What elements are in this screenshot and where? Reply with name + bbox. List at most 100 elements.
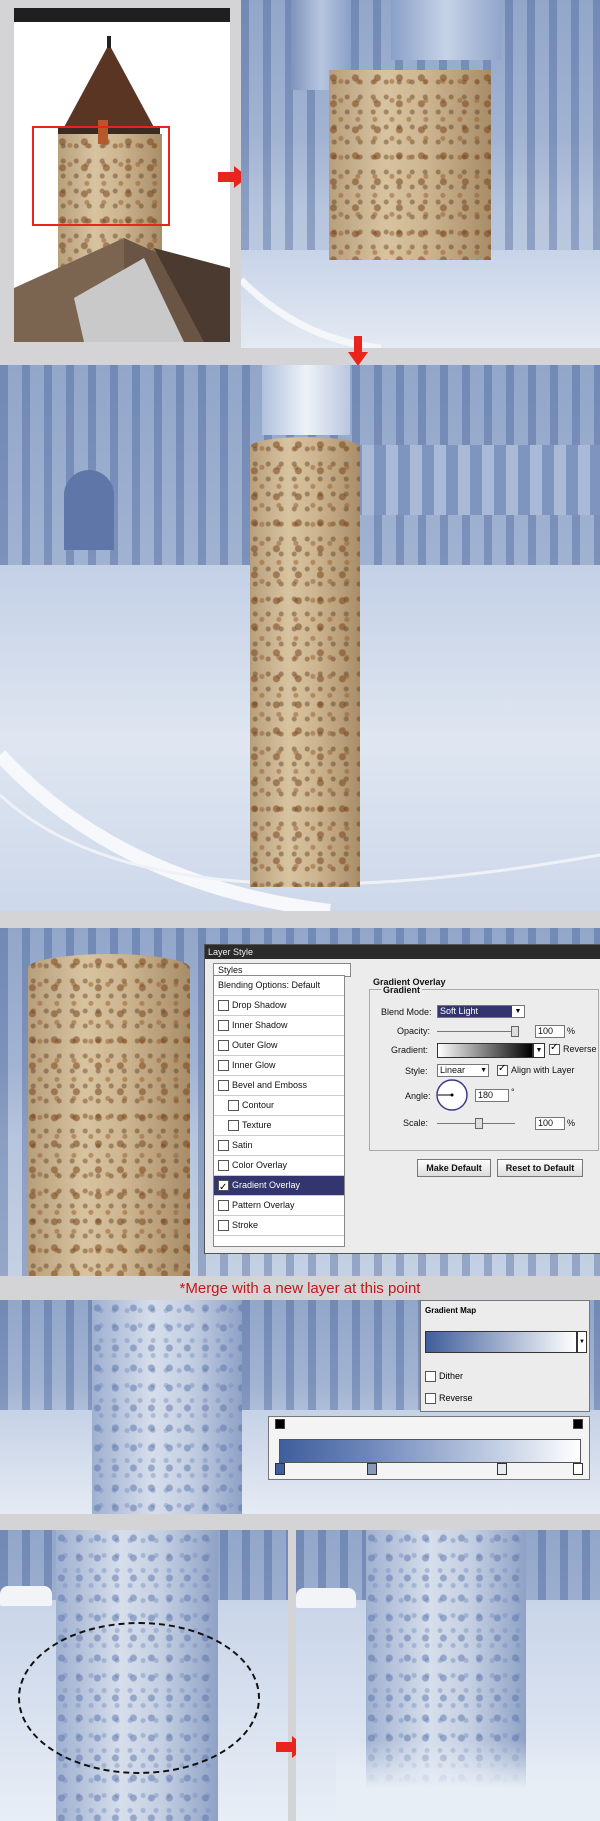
castle-texture-panel — [241, 0, 600, 348]
style-item[interactable]: Stroke — [214, 1216, 344, 1236]
style-item[interactable]: Inner Shadow — [214, 1016, 344, 1036]
style-item-checkbox[interactable] — [228, 1120, 239, 1132]
angle-value: 180 — [478, 1090, 494, 1100]
style-item[interactable]: Contour — [214, 1096, 344, 1116]
style-item-checkbox[interactable] — [218, 1160, 229, 1172]
reset-default-button[interactable]: Reset to Default — [497, 1159, 583, 1177]
layer-style-dialog: Layer Style Styles Blending Options: Def… — [204, 944, 600, 1254]
column-base-snow — [336, 1740, 600, 1821]
opacity-stop-left[interactable] — [275, 1419, 285, 1429]
snow-curve — [241, 277, 382, 348]
color-stop-2[interactable] — [367, 1463, 377, 1475]
tower-roof — [58, 36, 160, 136]
blend-mode-select[interactable]: Soft Light ▼ — [437, 1005, 525, 1018]
style-item-label: Gradient Overlay — [232, 1180, 301, 1190]
style-item[interactable]: Blending Options: Default — [214, 976, 344, 996]
color-stop-1[interactable] — [275, 1463, 285, 1475]
make-default-button[interactable]: Make Default — [417, 1159, 491, 1177]
scale-value: 100 — [538, 1118, 554, 1128]
style-item-checkbox[interactable] — [218, 1220, 229, 1232]
style-item-label: Pattern Overlay — [232, 1200, 295, 1210]
style-item-checkbox[interactable] — [218, 1140, 229, 1152]
opacity-slider[interactable] — [437, 1031, 515, 1032]
style-item[interactable]: Gradient Overlay — [214, 1176, 344, 1197]
style-item[interactable]: Bevel and Emboss — [214, 1076, 344, 1096]
gradient-dropdown-button[interactable]: ▼ — [533, 1043, 545, 1058]
color-stop-3[interactable] — [497, 1463, 507, 1475]
style-item-checkbox[interactable] — [218, 1000, 229, 1012]
castle-wall — [14, 238, 230, 342]
style-item[interactable]: Color Overlay — [214, 1156, 344, 1176]
style-item-checkbox[interactable] — [218, 1178, 229, 1197]
chevron-down-icon: ▼ — [579, 1339, 585, 1345]
gradient-label: Gradient: — [391, 1045, 429, 1055]
style-item[interactable]: Drop Shadow — [214, 996, 344, 1016]
opacity-percent: % — [567, 1026, 576, 1036]
style-item-label: Drop Shadow — [232, 1000, 287, 1010]
style-item[interactable]: Satin — [214, 1136, 344, 1156]
chevron-down-icon: ▼ — [512, 1006, 524, 1017]
style-item-checkbox[interactable] — [228, 1100, 239, 1112]
reverse-checkbox-gm[interactable]: Reverse — [425, 1393, 473, 1405]
reverse-checkbox[interactable]: Reverse — [549, 1042, 597, 1056]
style-item-label: Blending Options: Default — [218, 980, 321, 990]
blend-mode-label: Blend Mode: — [381, 1007, 432, 1017]
opacity-slider-handle[interactable] — [511, 1026, 519, 1037]
column-panel — [0, 365, 600, 911]
style-item-label: Texture — [242, 1120, 272, 1130]
scale-percent: % — [567, 1118, 576, 1128]
style-item-checkbox[interactable] — [218, 1040, 229, 1052]
align-checkbox[interactable]: Align with Layer — [497, 1063, 575, 1077]
style-item-checkbox[interactable] — [218, 1200, 229, 1212]
style-select[interactable]: Linear ▼ — [437, 1064, 489, 1077]
gradient-map-dropdown[interactable]: ▼ — [577, 1331, 587, 1353]
color-stop-4[interactable] — [573, 1463, 583, 1475]
scale-input[interactable]: 100 — [535, 1117, 565, 1130]
castle-tower-bg-2 — [391, 0, 501, 60]
dither-checkbox[interactable]: Dither — [425, 1371, 464, 1383]
gradient-editor-ramp[interactable] — [279, 1439, 581, 1463]
angle-input[interactable]: 180 — [475, 1089, 509, 1102]
scale-label: Scale: — [403, 1118, 429, 1128]
style-item[interactable]: Outer Glow — [214, 1036, 344, 1056]
style-item[interactable]: Texture — [214, 1116, 344, 1136]
dither-box — [425, 1371, 436, 1383]
column-texture-2 — [28, 954, 190, 1276]
gradient-swatch[interactable] — [437, 1043, 533, 1058]
opacity-input[interactable]: 100 — [535, 1025, 565, 1038]
column-texture — [250, 437, 360, 887]
group-title: Gradient — [381, 985, 423, 995]
style-item-checkbox[interactable] — [218, 1020, 229, 1032]
angle-degree: ° — [511, 1087, 515, 1097]
dither-label: Dither — [439, 1371, 464, 1381]
angle-label: Angle: — [405, 1091, 431, 1101]
gradient-map-dialog: Gradient Map ▼ Dither Reverse — [420, 1300, 590, 1412]
style-item[interactable]: Pattern Overlay — [214, 1196, 344, 1216]
merge-note: *Merge with a new layer at this point — [179, 1280, 421, 1297]
style-item-checkbox[interactable] — [218, 1080, 229, 1092]
reverse-label: Reverse — [563, 1044, 597, 1054]
style-item[interactable]: Inner Glow — [214, 1056, 344, 1076]
reverse-box — [425, 1393, 436, 1405]
reverse-gm-label: Reverse — [439, 1393, 473, 1403]
align-label: Align with Layer — [511, 1065, 575, 1075]
red-selection-box — [32, 126, 170, 226]
scale-slider-handle[interactable] — [475, 1118, 483, 1129]
style-value: Linear — [440, 1065, 466, 1075]
gradient-map-title: Gradient Map — [425, 1306, 477, 1315]
gradient-map-swatch[interactable] — [425, 1331, 577, 1353]
result-panel — [296, 1530, 600, 1821]
style-item-label: Inner Shadow — [232, 1020, 288, 1030]
arrow-down-icon — [348, 336, 368, 366]
style-item-label: Satin — [232, 1140, 253, 1150]
gradient-editor-bar — [268, 1416, 590, 1480]
blend-mode-value: Soft Light — [440, 1006, 479, 1016]
angle-dial[interactable] — [435, 1078, 469, 1112]
style-item-label: Outer Glow — [232, 1040, 278, 1050]
chevron-down-icon: ▼ — [480, 1067, 487, 1074]
style-item-checkbox[interactable] — [218, 1060, 229, 1072]
style-item-label: Inner Glow — [232, 1060, 276, 1070]
opacity-stop-right[interactable] — [573, 1419, 583, 1429]
snowy-car — [0, 1586, 52, 1606]
castle-arch — [64, 470, 114, 550]
